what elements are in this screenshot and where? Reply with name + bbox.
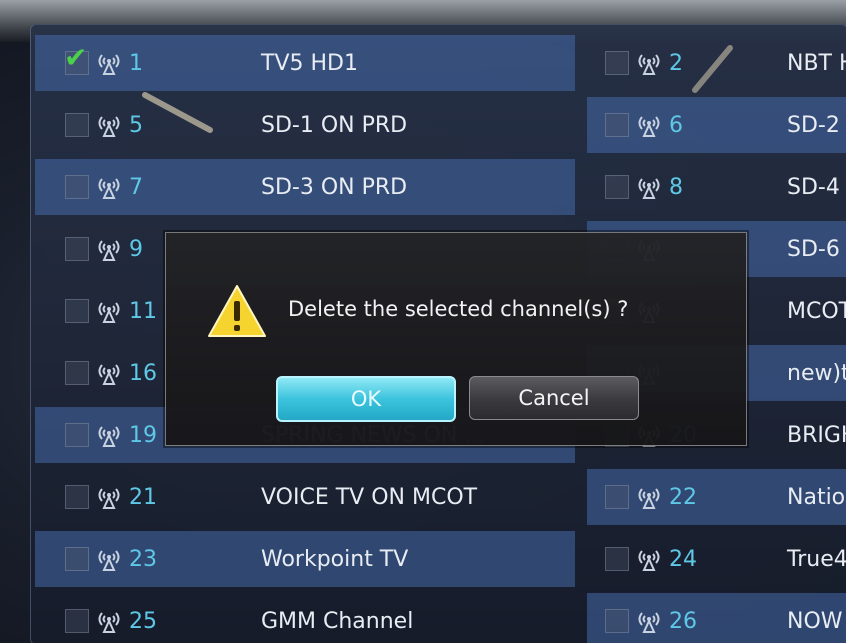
channel-name: new)t: [787, 360, 846, 386]
channel-checkbox[interactable]: [605, 175, 629, 199]
warning-icon: [208, 285, 266, 337]
antenna-icon: [95, 51, 123, 75]
antenna-icon: [635, 547, 663, 571]
antenna-icon: [635, 113, 663, 137]
channel-checkbox[interactable]: [605, 485, 629, 509]
channel-number: 22: [669, 484, 697, 510]
channel-name: Workpoint TV: [261, 546, 409, 572]
channel-number: 2: [669, 50, 683, 76]
channel-number: 26: [669, 608, 697, 634]
antenna-icon: [635, 485, 663, 509]
antenna-icon: [95, 485, 123, 509]
channel-number: 7: [129, 174, 143, 200]
channel-number: 8: [669, 174, 683, 200]
channel-number: 21: [129, 484, 157, 510]
channel-row[interactable]: 23 Workpoint TV: [35, 531, 575, 587]
delete-confirm-dialog: Delete the selected channel(s) ? OK Canc…: [165, 232, 747, 446]
channel-row[interactable]: 22 Nation: [587, 469, 846, 525]
channel-row[interactable]: 8 SD-4: [587, 159, 846, 215]
channel-name: TV5 HD1: [261, 50, 358, 76]
channel-checkbox[interactable]: [65, 175, 89, 199]
channel-checkbox[interactable]: [65, 361, 89, 385]
channel-row[interactable]: 2 NBT H: [587, 35, 846, 91]
channel-number: 25: [129, 608, 157, 634]
channel-checkbox[interactable]: [605, 113, 629, 137]
antenna-icon: [95, 113, 123, 137]
channel-name: GMM Channel: [261, 608, 414, 634]
antenna-icon: [635, 175, 663, 199]
channel-row[interactable]: ✔ 1 TV5 HD1: [35, 35, 575, 91]
channel-number: 24: [669, 546, 697, 572]
antenna-icon: [95, 423, 123, 447]
antenna-icon: [635, 609, 663, 633]
channel-name: SD-3 ON PRD: [261, 174, 408, 200]
channel-name: SD-1 ON PRD: [261, 112, 408, 138]
channel-checkbox[interactable]: [65, 609, 89, 633]
channel-name: Nation: [787, 484, 846, 510]
channel-name: VOICE TV ON MCOT: [261, 484, 478, 510]
channel-number: 6: [669, 112, 683, 138]
channel-number: 23: [129, 546, 157, 572]
antenna-icon: [95, 547, 123, 571]
channel-row[interactable]: 25 GMM Channel: [35, 593, 575, 643]
checkmark-icon: ✔: [64, 41, 88, 74]
antenna-icon: [95, 237, 123, 261]
channel-checkbox[interactable]: [605, 609, 629, 633]
channel-checkbox[interactable]: [65, 485, 89, 509]
channel-checkbox[interactable]: [65, 113, 89, 137]
channel-name: SD-4: [787, 174, 840, 200]
channel-checkbox[interactable]: [605, 51, 629, 75]
ok-button[interactable]: OK: [276, 376, 456, 422]
channel-name: NOW: [787, 608, 843, 634]
channel-name: True4U: [787, 546, 846, 572]
channel-checkbox[interactable]: [65, 299, 89, 323]
tv-screen: ✔ 1 TV5 HD1 5 SD-1 ON PRD 7 SD-3 ON PRD 9 11 16 19…: [0, 0, 846, 643]
channel-name: SD-6: [787, 236, 840, 262]
channel-number: 1: [129, 50, 143, 76]
channel-name: SD-2: [787, 112, 840, 138]
channel-checkbox[interactable]: [605, 547, 629, 571]
channel-row[interactable]: 24 True4U: [587, 531, 846, 587]
antenna-icon: [95, 299, 123, 323]
antenna-icon: [95, 175, 123, 199]
channel-name: BRIGH: [787, 422, 846, 448]
channel-row[interactable]: 7 SD-3 ON PRD: [35, 159, 575, 215]
channel-name: NBT H: [787, 50, 846, 76]
antenna-icon: [95, 361, 123, 385]
channel-row[interactable]: 26 NOW: [587, 593, 846, 643]
channel-row[interactable]: 6 SD-2: [587, 97, 846, 153]
antenna-icon: [635, 51, 663, 75]
channel-checkbox[interactable]: ✔: [64, 44, 89, 75]
channel-row[interactable]: 5 SD-1 ON PRD: [35, 97, 575, 153]
channel-checkbox[interactable]: [65, 547, 89, 571]
antenna-icon: [95, 609, 123, 633]
channel-name: MCOT: [787, 298, 846, 324]
channel-checkbox[interactable]: [65, 237, 89, 261]
channel-row[interactable]: 21 VOICE TV ON MCOT: [35, 469, 575, 525]
channel-number: 5: [129, 112, 143, 138]
cancel-button[interactable]: Cancel: [469, 376, 639, 420]
channel-checkbox[interactable]: [65, 423, 89, 447]
dialog-message: Delete the selected channel(s) ?: [288, 297, 629, 321]
